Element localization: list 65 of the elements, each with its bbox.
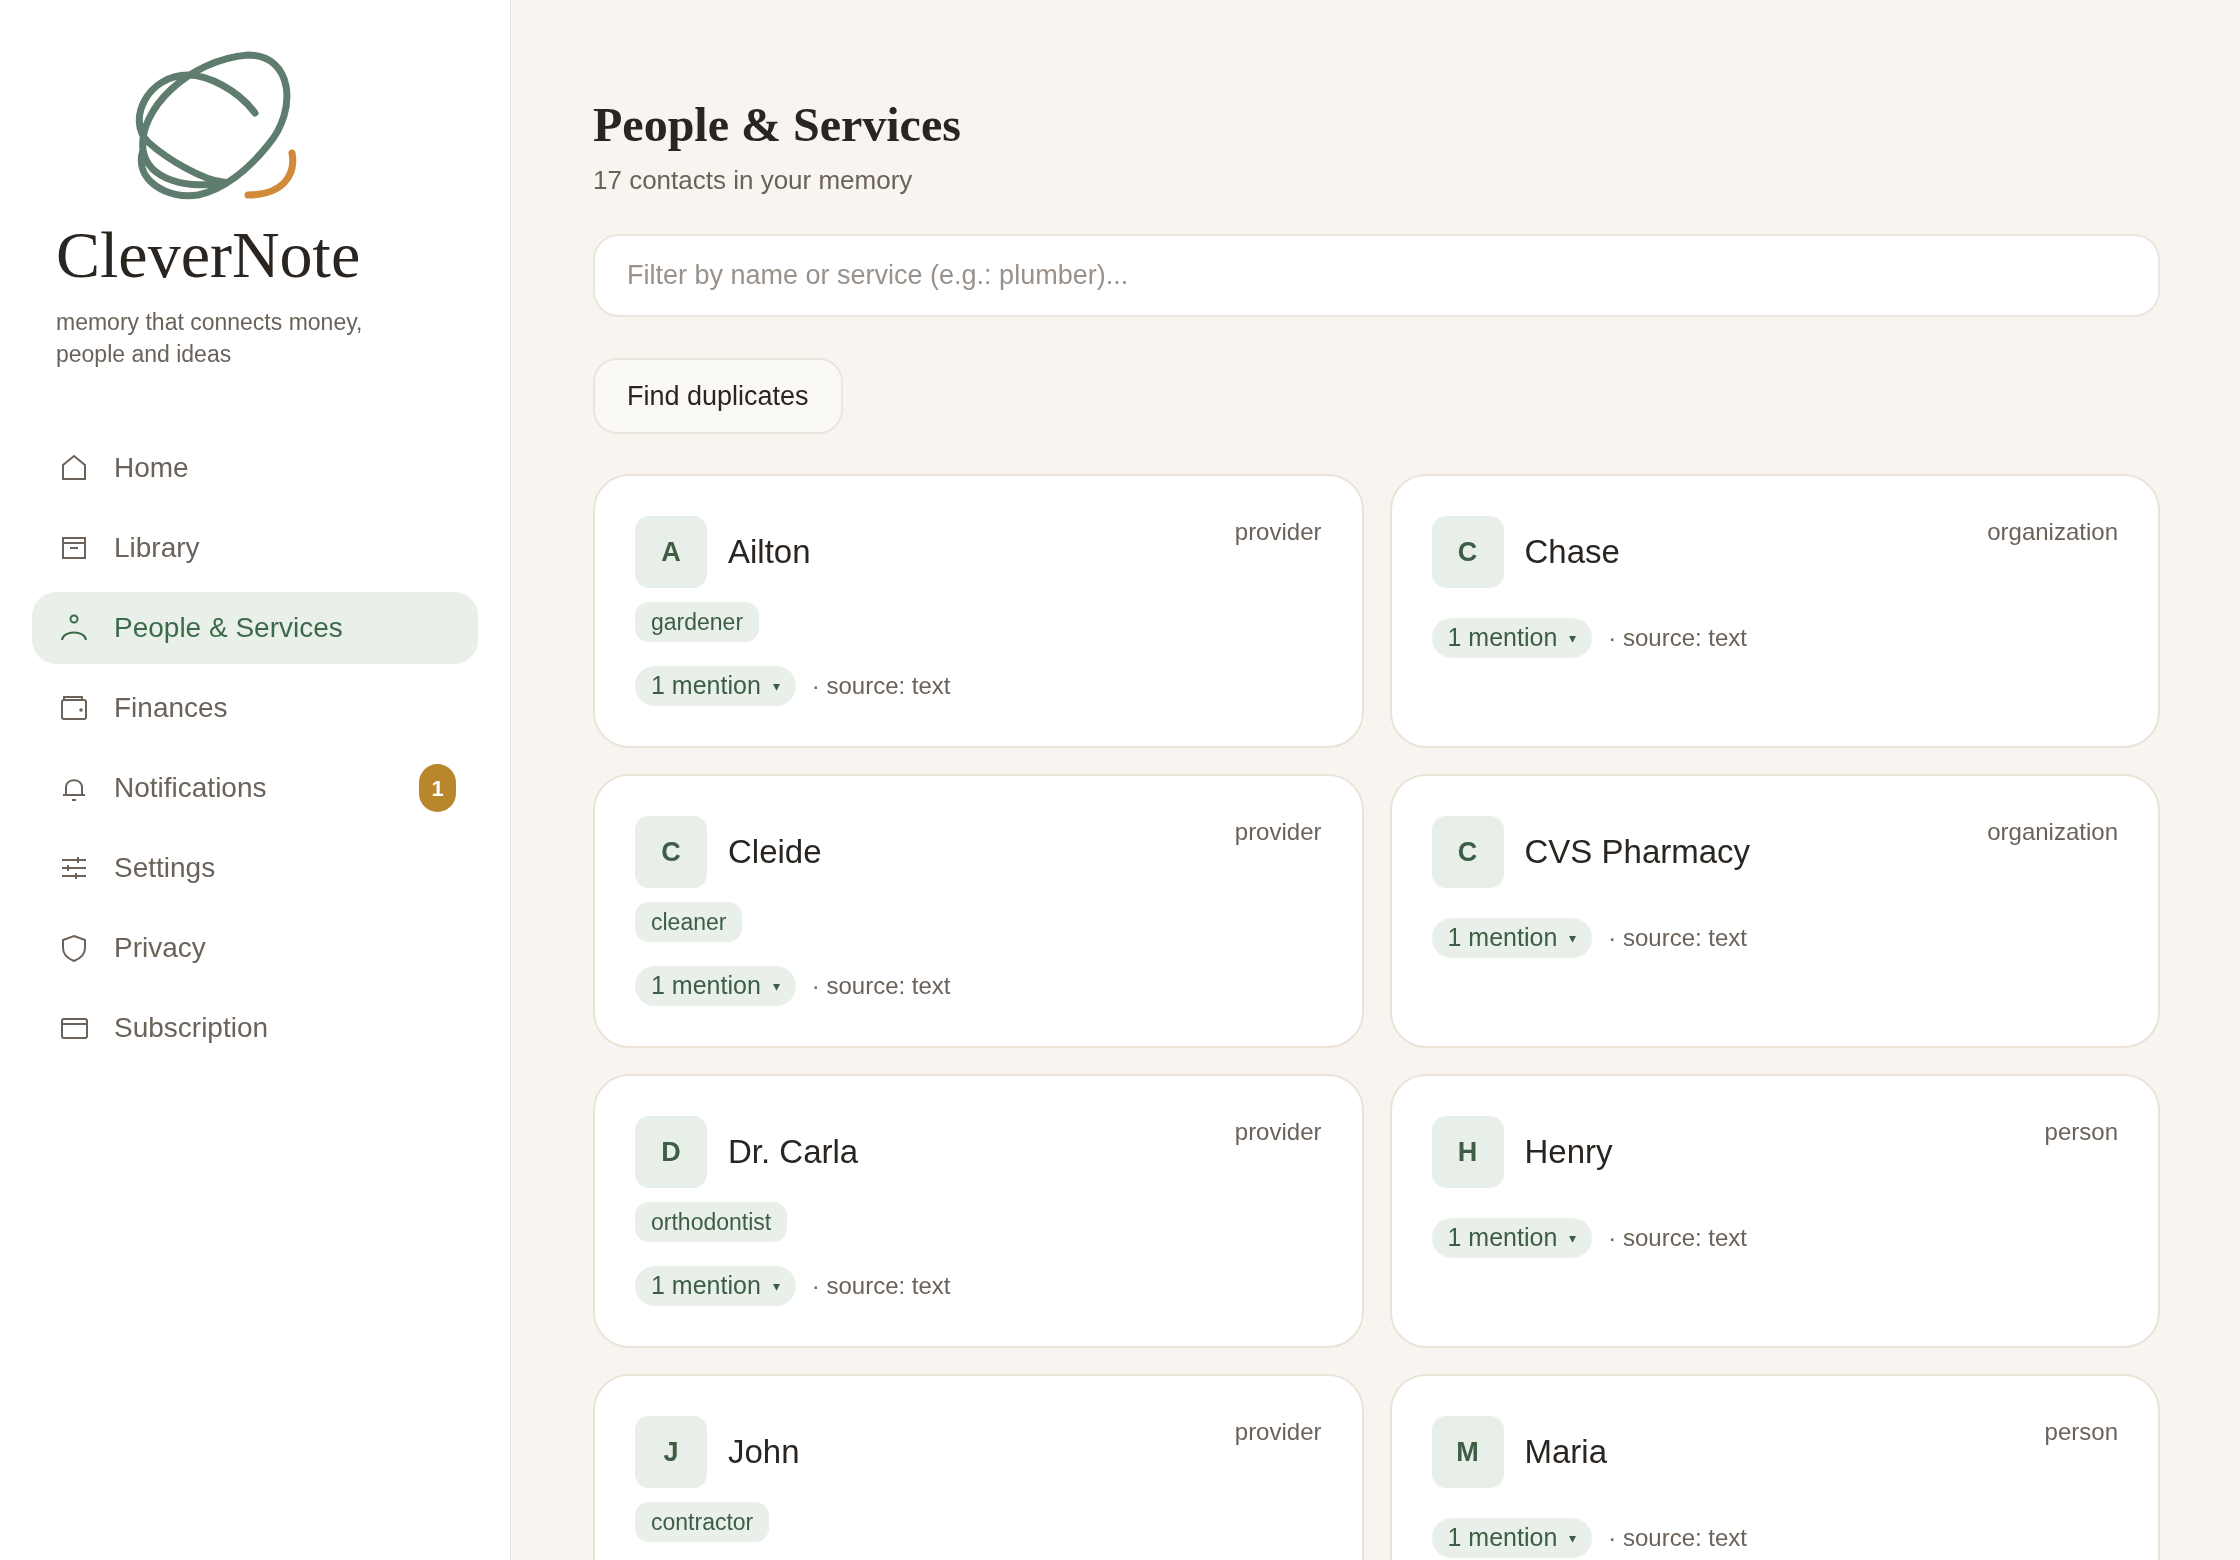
contact-type: provider	[1234, 1417, 1322, 1447]
contact-card[interactable]: C Chase organization 1 mention ▾ · source: text	[1389, 474, 2160, 748]
service-tag: orthodontist	[635, 1202, 788, 1242]
contact-name: Henry	[1524, 1132, 1613, 1173]
nav-item[interactable]: Home	[32, 432, 478, 504]
contact-card[interactable]: H Henry person 1 mention ▾ · source: text	[1389, 1074, 2160, 1348]
contact-type: provider	[1234, 1117, 1322, 1147]
contact-type: provider	[1234, 517, 1322, 547]
contact-card[interactable]: A Ailton provider gardener 1 mention ▾ · source: text	[593, 474, 1364, 748]
avatar-initial: C	[635, 816, 707, 888]
nav-item[interactable]: Finances	[32, 672, 478, 744]
find-duplicates-button[interactable]: Find duplicates	[593, 358, 843, 434]
avatar-initial: A	[635, 516, 707, 588]
contact-name: Chase	[1524, 532, 1620, 573]
service-tag: gardener	[635, 602, 760, 642]
mentions-dropdown[interactable]: 1 mention ▾	[1431, 618, 1593, 658]
contact-card[interactable]: C CVS Pharmacy organization 1 mention ▾ · source: text	[1389, 774, 2160, 1048]
avatar-initial: C	[1431, 816, 1504, 888]
contact-type: organization	[1987, 817, 2118, 847]
contact-name: Ailton	[728, 532, 811, 573]
contact-name: CVS Pharmacy	[1524, 832, 1751, 873]
contact-type: person	[2044, 1117, 2118, 1147]
source-label: · source: text	[1608, 1523, 1747, 1553]
nav-item[interactable]: Privacy	[32, 912, 478, 984]
service-tag: cleaner	[635, 902, 743, 942]
mentions-dropdown[interactable]: 1 mention ▾	[1431, 1218, 1593, 1258]
mentions-dropdown[interactable]: 1 mention ▾	[635, 1266, 796, 1306]
source-label: · source: text	[1608, 923, 1747, 953]
source-label: · source: text	[811, 1271, 951, 1301]
contact-card[interactable]: J John provider contractor	[593, 1374, 1364, 1560]
source-label: · source: text	[1608, 623, 1747, 653]
nav-item[interactable]: Library	[32, 512, 478, 584]
contact-name: John	[728, 1432, 800, 1473]
brand-tagline: memory that connects money, people and ideas	[56, 308, 364, 369]
source-label: · source: text	[811, 671, 951, 701]
contact-name: Dr. Carla	[728, 1132, 859, 1173]
brand-name: CleverNote	[56, 222, 362, 288]
mentions-dropdown[interactable]: 1 mention ▾	[635, 966, 796, 1006]
page-title: People & Services	[593, 97, 962, 153]
avatar-initial: C	[1431, 516, 1504, 588]
avatar-initial: H	[1431, 1116, 1504, 1188]
contact-type: provider	[1234, 817, 1322, 847]
contact-card[interactable]: C Cleide provider cleaner 1 mention ▾ · source: text	[593, 774, 1364, 1048]
avatar-initial: J	[635, 1416, 707, 1488]
contact-name: Maria	[1524, 1432, 1608, 1473]
contact-card[interactable]: D Dr. Carla provider orthodontist 1 mention ▾ · source: text	[593, 1074, 1364, 1348]
service-tag: contractor	[635, 1502, 770, 1542]
source-label: · source: text	[1608, 1223, 1747, 1253]
contact-name: Cleide	[728, 832, 822, 873]
nav-item[interactable]: Notifications 1	[32, 752, 478, 824]
contact-card[interactable]: M Maria person 1 mention ▾ · source: text	[1389, 1374, 2160, 1560]
contact-type: organization	[1987, 517, 2118, 547]
nav-item[interactable]: Subscription	[32, 992, 478, 1064]
contact-type: person	[2044, 1417, 2118, 1447]
nav-item[interactable]: People & Services	[32, 592, 478, 664]
nav-item[interactable]: Settings	[32, 832, 478, 904]
page-subtitle: 17 contacts in your memory	[593, 164, 914, 197]
mentions-dropdown[interactable]: 1 mention ▾	[1431, 918, 1593, 958]
notification-count-badge: 1	[419, 764, 456, 812]
avatar-initial: M	[1431, 1416, 1504, 1488]
avatar-initial: D	[635, 1116, 707, 1188]
mentions-dropdown[interactable]: 1 mention ▾	[635, 666, 796, 706]
mentions-dropdown[interactable]: 1 mention ▾	[1431, 1518, 1593, 1558]
source-label: · source: text	[811, 971, 951, 1001]
search-field[interactable]: Filter by name or service (e.g.: plumber)...	[593, 234, 2160, 317]
